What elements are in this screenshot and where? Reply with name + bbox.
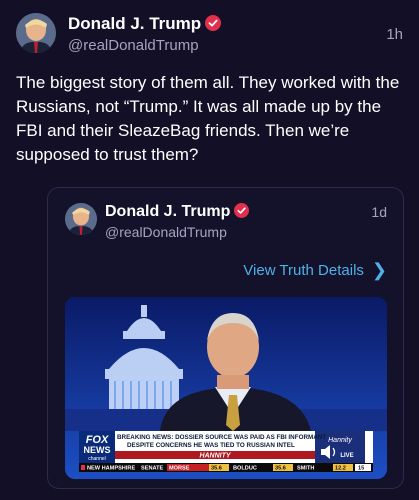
breaking-news-line1: BREAKING NEWS: DOSSIER SOURCE WAS PAID A… bbox=[117, 434, 326, 441]
video-frame: FOX NEWS channel BREAKING NEWS: DOSSIER … bbox=[65, 297, 387, 479]
ticker-item: NEW HAMPSHIRE bbox=[87, 466, 135, 472]
quoted-author-name-text: Donald J. Trump bbox=[105, 203, 231, 220]
avatar-image bbox=[16, 13, 56, 53]
avatar[interactable] bbox=[16, 13, 56, 53]
show-logo: Hannity bbox=[328, 437, 352, 444]
quoted-timestamp[interactable]: 1d bbox=[371, 204, 387, 220]
chevron-right-icon: ❯ bbox=[371, 260, 387, 280]
ticker-item: 35.6 bbox=[211, 466, 222, 472]
view-truth-details-label: View Truth Details bbox=[243, 262, 364, 279]
quoted-author-handle[interactable]: @realDonaldTrump bbox=[105, 224, 227, 240]
quoted-avatar-image bbox=[65, 203, 97, 235]
live-badge: LIVE bbox=[340, 453, 353, 459]
author-name[interactable]: Donald J. Trump bbox=[68, 14, 222, 36]
ticker-item: 35.6 bbox=[275, 466, 286, 472]
show-name: HANNITY bbox=[199, 453, 231, 460]
post-text: The biggest story of them all. They work… bbox=[16, 73, 400, 164]
fox-logo-sub: channel bbox=[88, 456, 106, 462]
ticker-item: SMITH bbox=[297, 466, 314, 472]
quoted-avatar[interactable] bbox=[65, 203, 97, 235]
breaking-news-line2: DESPITE CONCERNS HE WAS TIED TO RUSSIAN … bbox=[127, 442, 295, 449]
ticker-item: BOLDUC bbox=[233, 466, 257, 472]
ticker-item: 12.2 bbox=[335, 466, 346, 472]
view-truth-details-link[interactable]: View Truth Details ❯ bbox=[243, 260, 387, 281]
ticker-item: 15 bbox=[358, 466, 364, 472]
ticker-item: SENATE bbox=[141, 466, 164, 472]
author-name-text: Donald J. Trump bbox=[68, 14, 202, 33]
fox-logo-bottom: NEWS bbox=[84, 445, 111, 455]
quoted-author-name[interactable]: Donald J. Trump bbox=[105, 203, 250, 223]
quoted-verified-icon bbox=[234, 203, 250, 223]
ticker-item: MORSE bbox=[169, 466, 190, 472]
post-timestamp[interactable]: 1h bbox=[386, 26, 403, 43]
verified-icon bbox=[205, 15, 222, 36]
author-handle[interactable]: @realDonaldTrump bbox=[68, 37, 199, 54]
video-thumbnail[interactable]: FOX NEWS channel BREAKING NEWS: DOSSIER … bbox=[65, 297, 387, 479]
quoted-post-card[interactable]: Donald J. Trump @realDonaldTrump 1d View… bbox=[47, 187, 404, 489]
truth-post: Donald J. Trump @realDonaldTrump 1h The … bbox=[0, 0, 419, 500]
